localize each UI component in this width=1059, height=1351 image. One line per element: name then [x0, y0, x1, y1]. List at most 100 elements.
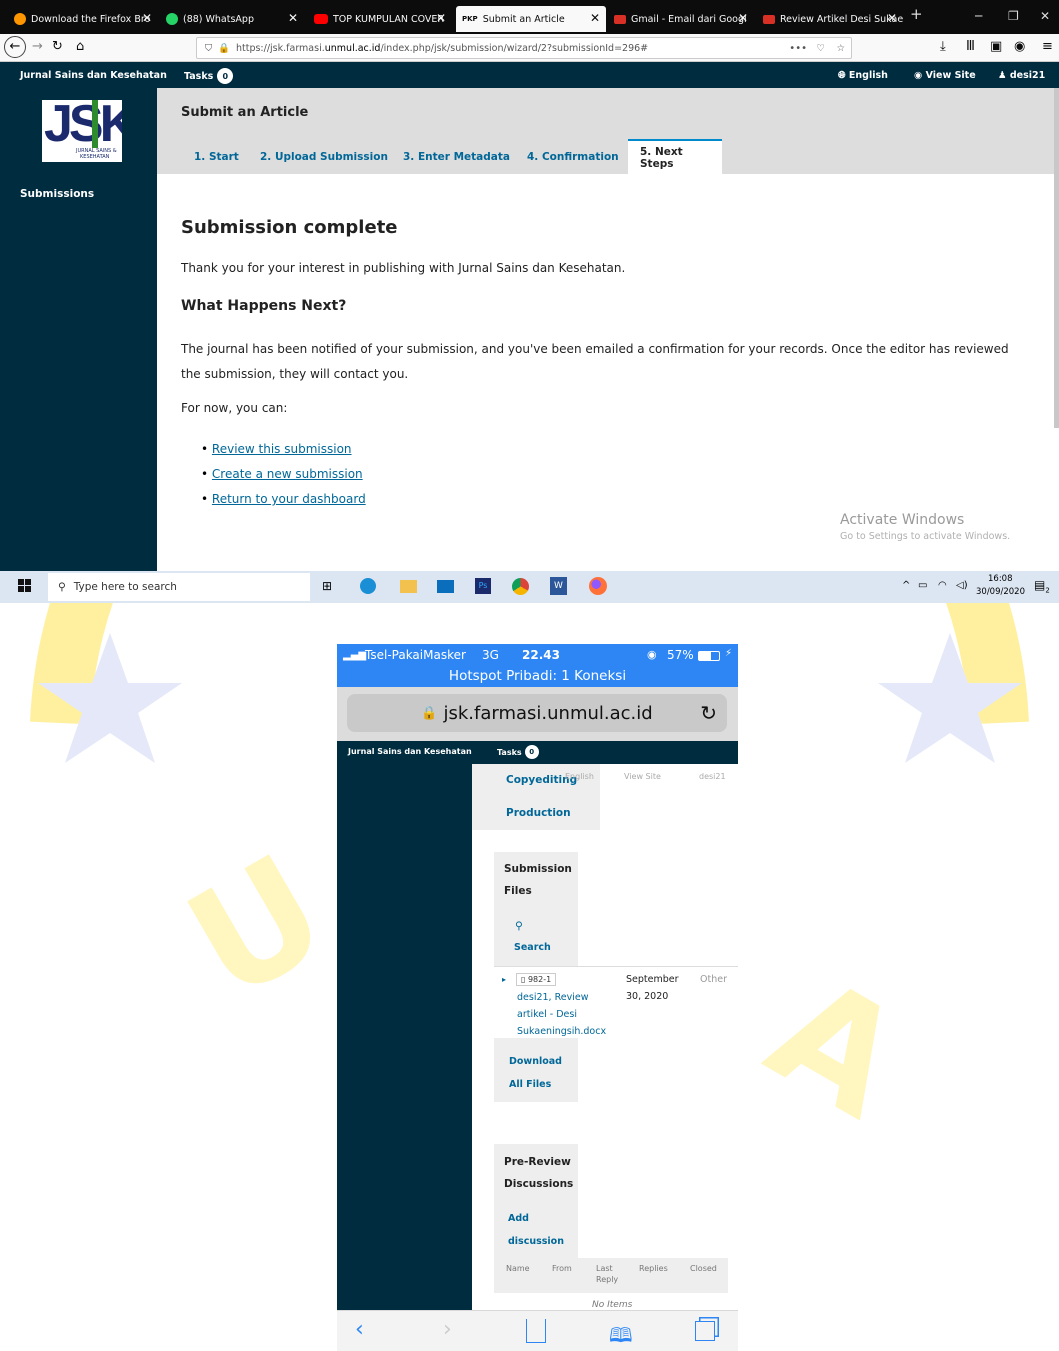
- dashboard-link[interactable]: Return to your dashboard: [212, 492, 366, 506]
- account-icon[interactable]: ◉: [1014, 39, 1025, 54]
- ojs-page-header: Submit an Article 1. Start 2. Upload Sub…: [157, 88, 1059, 174]
- taskbar-search[interactable]: ⚲ Type here to search: [48, 573, 310, 601]
- file-badge[interactable]: ▯ 982-1: [516, 973, 557, 986]
- page-scrollbar[interactable]: [1054, 88, 1059, 428]
- safari-url-bar[interactable]: 🔒 jsk.farmasi.unmul.ac.id ↻: [347, 694, 727, 732]
- tab-start[interactable]: 1. Start: [182, 139, 251, 174]
- windows-start-icon[interactable]: [18, 579, 31, 592]
- shield-icon: ⛉: [205, 42, 213, 54]
- page-actions-icon[interactable]: •••: [789, 43, 807, 54]
- notification-icon[interactable]: ▤2: [1034, 578, 1050, 594]
- word-icon[interactable]: W: [550, 577, 567, 595]
- mail-icon[interactable]: [437, 580, 454, 593]
- browser-nav-bar: ← → ↻ ⌂ ⛉ 🔒 https://jsk.farmasi. unmul.ac…: [0, 34, 1059, 62]
- tab-firefox-download[interactable]: Download the Firefox Bro ✕: [8, 6, 158, 32]
- notified-text: The journal has been notified of your su…: [181, 342, 1009, 381]
- list-item: • Create a new submission: [201, 467, 363, 481]
- clock-time[interactable]: 16:08: [988, 574, 1013, 584]
- phone-production[interactable]: Production: [506, 807, 571, 819]
- volume-icon[interactable]: ◁): [956, 580, 968, 591]
- pkp-icon: PKP: [462, 15, 478, 23]
- sidebar-icon[interactable]: ▣: [990, 39, 1002, 54]
- tab-confirmation[interactable]: 4. Confirmation: [515, 139, 631, 174]
- eye-icon: ◉: [914, 70, 926, 81]
- globe-icon: 🌐︎: [838, 70, 849, 81]
- charging-icon: ⚡: [725, 648, 733, 659]
- window-close-icon[interactable]: ✕: [1040, 9, 1050, 23]
- forward-icon[interactable]: →: [32, 39, 43, 54]
- browser-tab-bar: Download the Firefox Bro ✕ (88) WhatsApp ✕…: [0, 0, 1059, 34]
- search-icon: ⚲: [58, 581, 66, 593]
- share-icon[interactable]: [526, 1319, 546, 1343]
- reload-icon[interactable]: ↻: [700, 701, 717, 725]
- next-steps-list: • Review this submission • Create a new …: [201, 437, 366, 512]
- tab-next-steps[interactable]: 5. Next Steps: [628, 139, 722, 174]
- edge-icon[interactable]: [360, 578, 376, 594]
- review-submission-link[interactable]: Review this submission: [212, 442, 352, 456]
- home-icon[interactable]: ⌂: [76, 39, 84, 54]
- restore-icon[interactable]: ❐: [1008, 9, 1019, 23]
- tabs-icon[interactable]: [695, 1321, 715, 1341]
- battery-icon[interactable]: ▭: [918, 580, 927, 591]
- tab-youtube[interactable]: TOP KUMPULAN COVER ✕: [308, 6, 452, 32]
- close-icon[interactable]: ✕: [436, 12, 446, 24]
- close-icon[interactable]: ✕: [142, 12, 152, 24]
- tab-enter-metadata[interactable]: 3. Enter Metadata: [391, 139, 522, 174]
- clock-date[interactable]: 30/09/2020: [976, 587, 1025, 597]
- safari-back-icon[interactable]: ‹: [355, 1317, 364, 1342]
- library-icon[interactable]: Ⅲ: [966, 39, 975, 54]
- lock-icon: 🔒: [421, 705, 438, 721]
- tab-gmail[interactable]: Gmail - Email dari Googl ✕: [608, 6, 754, 32]
- tasks-button[interactable]: Tasks 0: [184, 68, 234, 84]
- view-site-button[interactable]: ◉ View Site: [914, 70, 976, 81]
- tray-chevron-icon[interactable]: ^: [902, 580, 910, 591]
- create-submission-link[interactable]: Create a new submission: [212, 467, 363, 481]
- menu-icon[interactable]: ≡: [1042, 39, 1053, 54]
- bookmark-star-icon[interactable]: ☆: [836, 43, 845, 54]
- download-icon[interactable]: ⤓: [940, 39, 946, 54]
- phone-tasks-button[interactable]: Tasks 0: [497, 745, 539, 759]
- language-button[interactable]: 🌐︎ English: [838, 70, 888, 81]
- close-icon[interactable]: ✕: [738, 12, 748, 24]
- user-menu[interactable]: ♟ desi21: [998, 70, 1045, 81]
- journal-logo[interactable]: JSK JURNAL SAINS & KESEHATAN: [42, 100, 122, 162]
- url-bar[interactable]: ⛉ 🔒 https://jsk.farmasi. unmul.ac.id/inde…: [196, 37, 852, 59]
- tab-review-artikel[interactable]: Review Artikel Desi Sukae ✕: [757, 6, 903, 32]
- gmail-icon: [763, 14, 775, 24]
- chrome-icon[interactable]: [512, 578, 529, 595]
- safari-forward-icon[interactable]: ›: [443, 1317, 452, 1342]
- reload-icon[interactable]: ↻: [52, 39, 63, 54]
- close-icon[interactable]: ✕: [887, 12, 897, 24]
- doc-icon: ▯: [521, 975, 528, 984]
- journal-name[interactable]: Jurnal Sains dan Kesehatan: [20, 70, 167, 81]
- expand-arrow-icon[interactable]: ▸: [502, 975, 506, 984]
- nav-submissions[interactable]: Submissions: [20, 188, 94, 200]
- tab-submit-article[interactable]: PKP Submit an Article ✕: [456, 6, 606, 32]
- file-explorer-icon[interactable]: [400, 580, 417, 593]
- phone-ojs-top-bar: Jurnal Sains dan Kesehatan Tasks 0: [337, 741, 738, 764]
- activate-windows-sub: Go to Settings to activate Windows.: [840, 531, 1011, 542]
- page-title: Submit an Article: [181, 105, 309, 120]
- tab-upload-submission[interactable]: 2. Upload Submission: [248, 139, 400, 174]
- firefox-taskbar-icon[interactable]: [589, 577, 607, 595]
- task-view-icon[interactable]: ⊞: [322, 579, 332, 593]
- add-discussion-button[interactable]: Add: [508, 1213, 529, 1224]
- close-icon[interactable]: ✕: [288, 12, 298, 24]
- tab-whatsapp[interactable]: (88) WhatsApp ✕: [160, 6, 304, 32]
- photoshop-icon[interactable]: Ps: [475, 578, 491, 594]
- phone-search-button[interactable]: Search: [514, 942, 551, 953]
- download-all-button[interactable]: Download: [509, 1056, 562, 1067]
- minimize-icon[interactable]: ─: [975, 9, 982, 23]
- pocket-icon[interactable]: ♡: [816, 43, 825, 54]
- back-icon[interactable]: ←: [4, 36, 26, 58]
- signal-icon: ▂▄▆: [343, 650, 367, 661]
- search-icon[interactable]: ⚲: [515, 920, 523, 932]
- orientation-lock-icon: ◉: [647, 648, 657, 661]
- bookmarks-icon[interactable]: 🕮︎: [609, 1321, 633, 1351]
- close-icon[interactable]: ✕: [590, 12, 600, 24]
- new-tab-icon[interactable]: +: [910, 5, 923, 23]
- ojs-sidebar: JSK JURNAL SAINS & KESEHATAN Submissions: [0, 88, 157, 571]
- wifi-icon[interactable]: ◠: [938, 580, 947, 591]
- user-icon: ♟: [998, 70, 1010, 81]
- phone-ojs-sidebar: [337, 764, 472, 1310]
